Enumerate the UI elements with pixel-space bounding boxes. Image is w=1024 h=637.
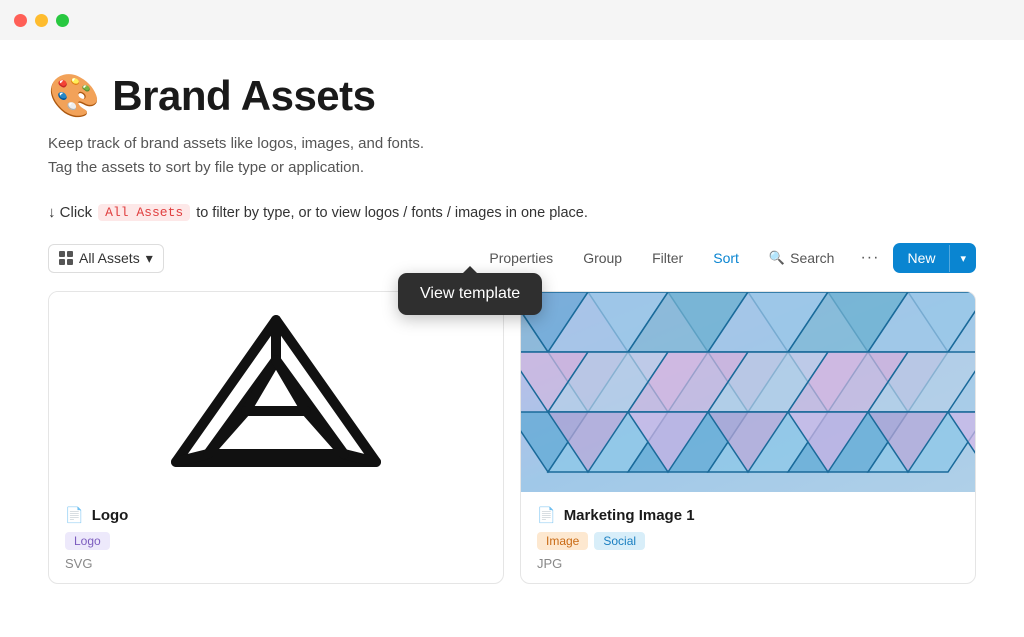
card-marketing-tags: Image Social bbox=[537, 532, 959, 550]
main-content: 🎨 Brand Assets Keep track of brand asset… bbox=[0, 40, 1024, 584]
sort-label: Sort bbox=[713, 250, 739, 266]
description-line2: Tag the assets to sort by file type or a… bbox=[48, 156, 976, 180]
search-icon: 🔍 bbox=[769, 250, 785, 266]
card-marketing-title: Marketing Image 1 bbox=[564, 507, 695, 524]
card-logo-tags: Logo bbox=[65, 532, 487, 550]
traffic-light-yellow[interactable] bbox=[35, 14, 48, 27]
tooltip-container: View template bbox=[398, 273, 542, 315]
card-logo-title: Logo bbox=[92, 507, 129, 524]
view-template-tooltip[interactable]: View template bbox=[398, 273, 542, 315]
group-button[interactable]: Group bbox=[571, 244, 634, 272]
page-title: Brand Assets bbox=[112, 72, 375, 120]
tag-logo[interactable]: Logo bbox=[65, 532, 110, 550]
cards-grid: 📄 Logo Logo SVG bbox=[48, 291, 976, 584]
view-selector-label: All Assets bbox=[79, 250, 140, 266]
sort-button[interactable]: Sort bbox=[701, 244, 751, 272]
group-label: Group bbox=[583, 250, 622, 266]
page-title-row: 🎨 Brand Assets bbox=[48, 72, 976, 120]
title-bar bbox=[0, 0, 1024, 40]
hint-suffix: to filter by type, or to view logos / fo… bbox=[196, 205, 588, 221]
card-marketing-filetype: JPG bbox=[537, 556, 959, 571]
card-logo[interactable]: 📄 Logo Logo SVG bbox=[48, 291, 504, 584]
traffic-light-red[interactable] bbox=[14, 14, 27, 27]
search-button[interactable]: 🔍 Search bbox=[757, 244, 847, 272]
logo-svg bbox=[166, 302, 386, 482]
new-button-arrow: ▾ bbox=[949, 245, 976, 272]
filter-label: Filter bbox=[652, 250, 683, 266]
filter-button[interactable]: Filter bbox=[640, 244, 695, 272]
more-icon: ··· bbox=[860, 249, 879, 267]
properties-label: Properties bbox=[489, 250, 553, 266]
traffic-light-green[interactable] bbox=[56, 14, 69, 27]
hint-row: ↓ Click All Assets to filter by type, or… bbox=[48, 204, 976, 221]
tag-image[interactable]: Image bbox=[537, 532, 588, 550]
more-options-button[interactable]: ··· bbox=[852, 243, 887, 273]
card-logo-body: 📄 Logo Logo SVG bbox=[49, 492, 503, 583]
card-logo-filetype: SVG bbox=[65, 556, 487, 571]
hint-tag[interactable]: All Assets bbox=[98, 204, 190, 221]
card-logo-image bbox=[49, 292, 503, 492]
hint-arrow: ↓ Click bbox=[48, 204, 92, 221]
view-chevron-icon: ▾ bbox=[146, 250, 153, 267]
page-description: Keep track of brand assets like logos, i… bbox=[48, 132, 976, 180]
view-selector[interactable]: All Assets ▾ bbox=[48, 244, 164, 273]
card-marketing-image bbox=[521, 292, 975, 492]
card-marketing-title-row: 📄 Marketing Image 1 bbox=[537, 506, 959, 524]
card-marketing-image-1[interactable]: 📄 Marketing Image 1 Image Social JPG bbox=[520, 291, 976, 584]
description-line1: Keep track of brand assets like logos, i… bbox=[48, 132, 976, 156]
tag-social[interactable]: Social bbox=[594, 532, 645, 550]
toolbar: All Assets ▾ Properties Group Filter Sor… bbox=[48, 243, 976, 273]
card-logo-doc-icon: 📄 bbox=[65, 506, 84, 524]
grid-view-icon bbox=[59, 251, 73, 265]
card-marketing-body: 📄 Marketing Image 1 Image Social JPG bbox=[521, 492, 975, 583]
search-label: Search bbox=[790, 250, 834, 266]
tooltip-label: View template bbox=[420, 285, 520, 302]
properties-button[interactable]: Properties bbox=[477, 244, 565, 272]
card-logo-title-row: 📄 Logo bbox=[65, 506, 487, 524]
page-emoji: 🎨 bbox=[48, 75, 100, 117]
new-button-label: New bbox=[893, 243, 949, 273]
new-button[interactable]: New ▾ bbox=[893, 243, 976, 273]
card-marketing-doc-icon: 📄 bbox=[537, 506, 556, 524]
